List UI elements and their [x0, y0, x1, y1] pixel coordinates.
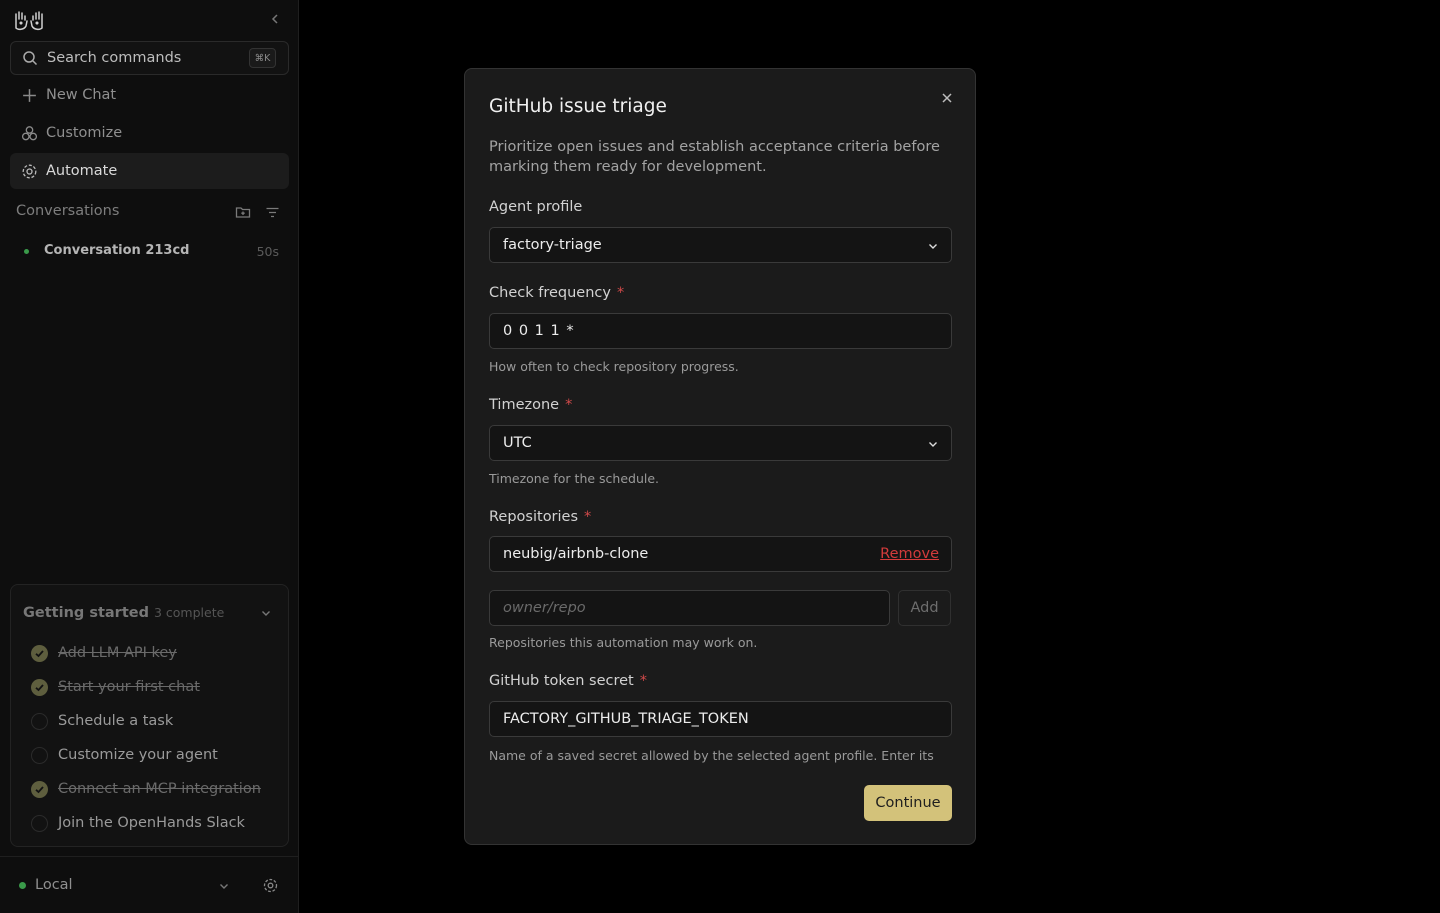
openhands-logo-icon[interactable]	[12, 9, 46, 31]
agent-profile-label-text: Agent profile	[489, 199, 583, 215]
agent-profile-label: Agent profile	[489, 199, 582, 215]
empty-circle-icon	[31, 746, 48, 764]
chevron-down-icon[interactable]	[260, 607, 272, 619]
task-label: Customize your agent	[58, 747, 218, 763]
repository-item: neubig/airbnb-clone Remove	[489, 536, 952, 572]
repository-name: neubig/airbnb-clone	[503, 546, 649, 562]
getting-started-count: 3 complete	[153, 605, 225, 620]
chevron-down-icon	[929, 442, 937, 447]
conversation-title: Conversation 213cd	[44, 243, 190, 258]
plus-icon	[23, 88, 36, 102]
required-marker: *	[639, 673, 647, 689]
repositories-label-text: Repositories	[489, 509, 579, 525]
getting-started-heading: Getting started	[23, 605, 149, 621]
add-repository-button[interactable]: Add	[898, 590, 951, 626]
task-item[interactable]: Connect an MCP integration	[31, 779, 261, 799]
empty-circle-icon	[31, 712, 48, 730]
task-label: Start your first chat	[58, 679, 200, 695]
nav-new-chat[interactable]: New Chat	[10, 77, 289, 113]
getting-started-panel: Getting started 3 complete Add LLM API ke…	[10, 584, 289, 847]
task-item[interactable]: Customize your agent	[31, 745, 218, 765]
required-marker: *	[565, 397, 573, 413]
runtime-selector[interactable]: Local	[35, 877, 73, 893]
close-icon[interactable]	[940, 91, 954, 105]
automation-modal: GitHub issue triage Prioritize open issu…	[464, 68, 976, 845]
search-commands-button[interactable]: Search commands ⌘K	[10, 41, 289, 75]
collapse-sidebar-icon[interactable]	[268, 12, 282, 26]
new-folder-icon[interactable]	[235, 204, 251, 220]
timezone-value: UTC	[503, 435, 532, 451]
task-label: Connect an MCP integration	[58, 781, 261, 797]
remove-repository-button[interactable]: Remove	[880, 546, 939, 562]
check-circle-icon	[31, 780, 48, 798]
sidebar: Search commands ⌘K New Chat Customize Au…	[0, 0, 299, 913]
modal-description: Prioritize open issues and establish acc…	[489, 139, 940, 175]
empty-circle-icon	[31, 814, 48, 832]
check-frequency-label: Check frequency *	[489, 285, 624, 301]
modal-title: GitHub issue triage	[489, 96, 667, 117]
timezone-label: Timezone *	[489, 397, 572, 413]
token-label: GitHub token secret *	[489, 673, 647, 689]
task-label: Schedule a task	[58, 713, 174, 729]
task-label: Add LLM API key	[58, 645, 177, 661]
agent-profile-select[interactable]: factory-triage	[489, 227, 952, 263]
customize-icon	[21, 125, 38, 140]
check-frequency-input[interactable]: 0 0 1 1 *	[489, 313, 952, 349]
timezone-label-text: Timezone	[489, 397, 560, 413]
token-secret-value: FACTORY_GITHUB_TRIAGE_TOKEN	[503, 711, 749, 727]
chevron-down-icon[interactable]	[218, 880, 230, 892]
task-item[interactable]: Add LLM API key	[31, 643, 177, 663]
repositories-hint: Repositories this automation may work on…	[489, 635, 758, 650]
keyboard-shortcut-badge: ⌘K	[249, 48, 276, 68]
conversation-list-item[interactable]: Conversation 213cd 50s	[16, 241, 284, 261]
timezone-hint: Timezone for the schedule.	[489, 471, 660, 486]
nav-automate-label: Automate	[46, 163, 118, 179]
nav-customize[interactable]: Customize	[10, 115, 289, 151]
task-item[interactable]: Schedule a task	[31, 711, 173, 731]
settings-gear-icon[interactable]	[262, 877, 279, 894]
search-icon	[23, 51, 38, 66]
check-frequency-value: 0 0 1 1 *	[503, 323, 575, 339]
check-circle-icon	[31, 644, 48, 662]
conversations-title: Conversations	[16, 203, 120, 219]
conversation-age: 50s	[256, 244, 279, 259]
filter-icon[interactable]	[265, 205, 280, 220]
required-marker: *	[616, 285, 625, 301]
gear-icon	[22, 164, 37, 178]
search-label: Search commands	[47, 50, 182, 66]
nav-customize-label: Customize	[46, 125, 123, 141]
token-label-text: GitHub token secret	[489, 673, 634, 689]
repository-input[interactable]: owner/repo	[489, 590, 890, 626]
task-item[interactable]: Join the OpenHands Slack	[31, 813, 245, 833]
conversations-header: Conversations	[16, 203, 284, 223]
repositories-label: Repositories *	[489, 509, 591, 525]
runtime-status-dot	[19, 882, 26, 889]
required-marker: *	[584, 509, 592, 525]
getting-started-title[interactable]: Getting started 3 complete	[23, 605, 224, 621]
task-item[interactable]: Start your first chat	[31, 677, 200, 697]
token-hint: Name of a saved secret allowed by the se…	[489, 748, 934, 767]
check-frequency-label-text: Check frequency	[489, 285, 611, 301]
nav-automate[interactable]: Automate	[10, 153, 289, 189]
timezone-select[interactable]: UTC	[489, 425, 952, 461]
app-window: Search commands ⌘K New Chat Customize Au…	[0, 0, 1440, 913]
token-secret-input[interactable]: FACTORY_GITHUB_TRIAGE_TOKEN	[489, 701, 952, 737]
check-frequency-hint: How often to check repository progress.	[489, 359, 739, 374]
check-circle-icon	[31, 678, 48, 696]
nav-new-chat-label: New Chat	[46, 87, 117, 103]
continue-button[interactable]: Continue	[864, 785, 952, 821]
task-label: Join the OpenHands Slack	[58, 815, 245, 831]
conversation-status-dot	[24, 249, 29, 254]
agent-profile-value: factory-triage	[503, 237, 602, 253]
sidebar-footer: Local	[0, 856, 299, 913]
chevron-down-icon	[929, 244, 937, 249]
